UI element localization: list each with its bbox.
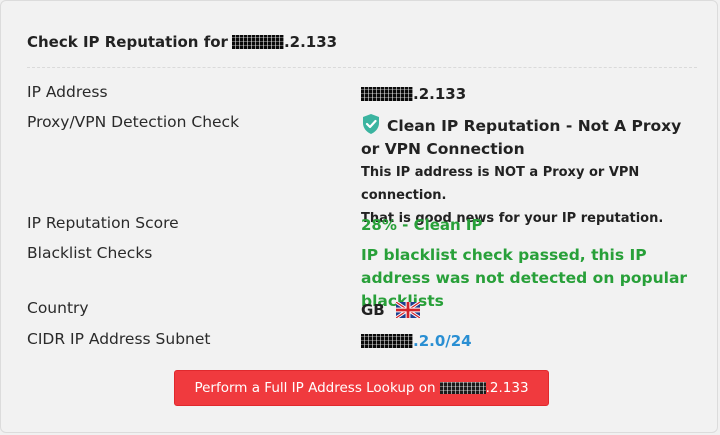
card-title-ip-suffix: .2.133 <box>283 33 338 51</box>
row-label: Proxy/VPN Detection Check <box>27 113 240 131</box>
ip-reputation-card: Check IP Reputation for .2.133 IP Addres… <box>0 0 718 433</box>
proxy-status-title-wrap: Clean IP Reputation - Not A Proxy or VPN… <box>361 113 701 161</box>
row-label: IP Reputation Score <box>27 214 179 232</box>
proxy-status-title: Clean IP Reputation - Not A Proxy or VPN… <box>361 117 682 158</box>
shield-check-icon <box>363 114 379 134</box>
row-value: Clean IP Reputation - Not A Proxy or VPN… <box>361 113 701 230</box>
row-label: CIDR IP Address Subnet <box>27 330 211 348</box>
redacted-ip-block <box>439 382 486 394</box>
cidr-subnet-link[interactable]: .2.0/24 <box>413 332 472 350</box>
uk-flag-icon <box>395 302 420 318</box>
row-label: IP Address <box>27 83 108 101</box>
card-title: Check IP Reputation for .2.133 <box>27 33 337 51</box>
country-code: GB <box>361 301 385 319</box>
redacted-ip-block <box>361 334 413 348</box>
row-value[interactable]: .2.0/24 <box>361 330 701 353</box>
row-label: Blacklist Checks <box>27 244 153 262</box>
row-value: GB <box>361 299 701 322</box>
redacted-ip-block <box>231 35 284 49</box>
button-label: Perform a Full IP Address Lookup on <box>194 380 436 396</box>
card-title-label: Check IP Reputation for <box>27 33 228 51</box>
header-divider <box>27 67 697 68</box>
button-ip-suffix: .2.133 <box>485 380 529 396</box>
ip-address-suffix: .2.133 <box>413 85 467 103</box>
full-ip-lookup-button[interactable]: Perform a Full IP Address Lookup on .2.1… <box>174 370 549 406</box>
redacted-ip-block <box>361 87 413 101</box>
row-label: Country <box>27 299 89 317</box>
reputation-score-value: 28% - Clean IP <box>361 216 483 234</box>
row-value: .2.133 <box>361 83 701 106</box>
proxy-detail-line-1: This IP address is NOT a Proxy or VPN co… <box>361 165 640 203</box>
